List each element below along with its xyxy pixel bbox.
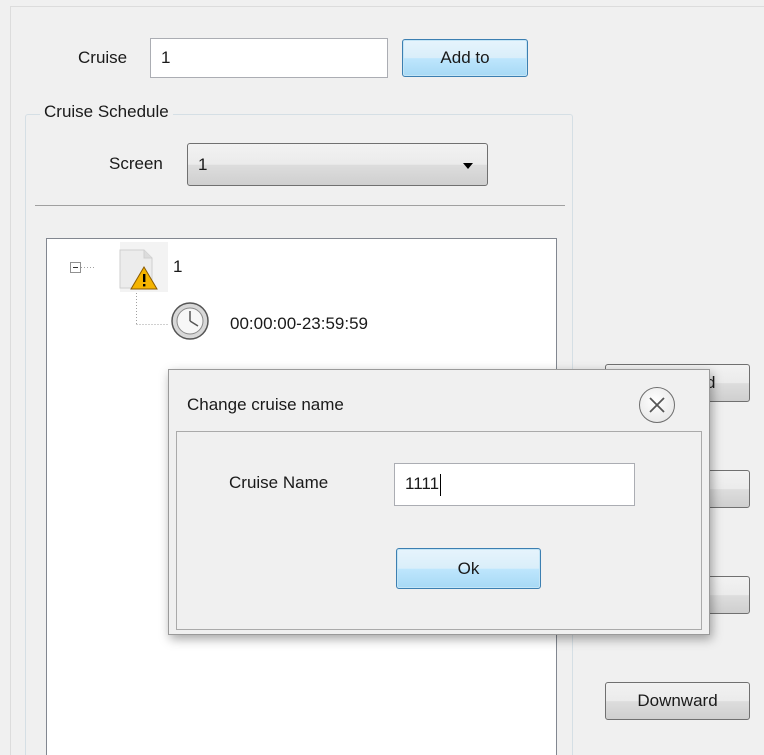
chevron-down-icon [463,163,473,169]
cruise-input[interactable]: 1 [150,38,388,78]
downward-button[interactable]: Downward [605,682,750,720]
text-caret [440,473,442,496]
clock-icon [171,302,209,340]
add-to-button[interactable]: Add to [402,39,528,77]
panel-top-border [10,6,764,7]
tree-collapse-icon[interactable] [70,262,81,273]
screen-select[interactable]: 1 [187,143,488,186]
change-cruise-name-dialog: Change cruise name Cruise Name 1111 Ok [168,369,710,635]
cruise-name-label: Cruise Name [229,473,329,492]
group-divider [35,205,565,206]
ok-button[interactable]: Ok [396,548,541,589]
screen-label: Screen [109,154,163,173]
panel-left-border [10,6,11,755]
dialog-body: Cruise Name 1111 Ok [176,431,702,630]
cruise-schedule-title: Cruise Schedule [40,102,173,122]
dialog-title: Change cruise name [187,395,344,414]
close-icon[interactable] [639,387,675,423]
cruise-name-value: 1111 [405,474,440,493]
screen-select-value: 1 [198,155,208,174]
cruise-name-input[interactable]: 1111 [394,463,635,506]
tree-root-label[interactable]: 1 [173,257,182,277]
tree-child-label[interactable]: 00:00:00-23:59:59 [230,314,368,334]
cruise-label: Cruise [78,48,128,67]
